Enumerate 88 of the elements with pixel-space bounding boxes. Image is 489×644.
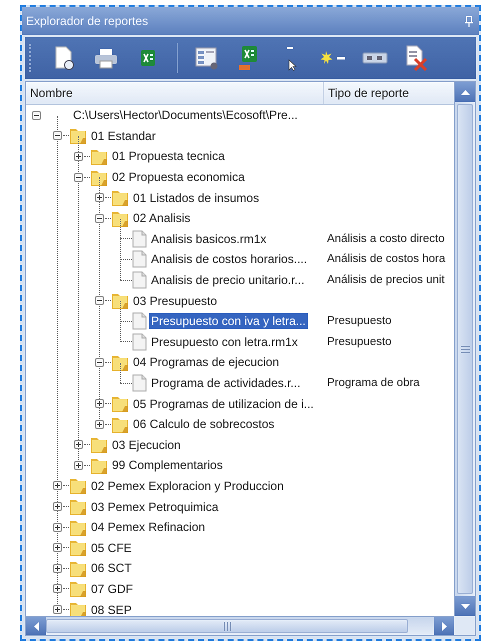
folder-icon xyxy=(69,538,87,558)
new-report-icon[interactable] xyxy=(54,46,74,70)
report-layout-icon[interactable] xyxy=(195,46,219,70)
tree-item[interactable]: Presupuesto con letra.rm1x xyxy=(149,334,300,350)
collapse-icon[interactable] xyxy=(95,214,104,223)
scroll-down-icon[interactable] xyxy=(460,604,470,608)
horizontal-scrollbar[interactable] xyxy=(26,616,454,635)
folder-icon xyxy=(90,435,108,454)
star-minus-icon[interactable] xyxy=(319,50,347,66)
expand-icon[interactable] xyxy=(53,522,62,532)
folder-icon xyxy=(69,476,87,496)
tree-item[interactable]: 07 GDF xyxy=(89,580,136,597)
tree-item[interactable]: 04 Programas de ejecucion xyxy=(131,354,282,370)
tree-item[interactable]: 06 Calculo de sobrecostos xyxy=(131,416,276,432)
report-type: Presupuesto xyxy=(327,336,392,348)
collapse-icon[interactable] xyxy=(32,110,41,120)
tree-item[interactable]: 03 Presupuesto xyxy=(131,292,220,309)
tree-item[interactable]: C:\Users\Hector\Documents\Ecosoft\Pre... xyxy=(71,107,300,124)
panel-title: Explorador de reportes xyxy=(26,14,148,28)
tree-item[interactable]: 02 Analisis xyxy=(131,210,192,226)
file-icon xyxy=(132,332,147,351)
folder-icon xyxy=(69,579,87,598)
tree-item[interactable]: 01 Propuesta tecnica xyxy=(110,148,227,164)
tree-item[interactable]: Presupuesto con iva y letra... xyxy=(149,313,308,330)
file-icon xyxy=(132,374,147,392)
expand-icon[interactable] xyxy=(74,460,83,470)
expand-icon[interactable] xyxy=(53,564,62,573)
delete-report-icon[interactable] xyxy=(406,45,428,71)
collapse-icon[interactable] xyxy=(53,131,62,140)
tree-item[interactable]: 04 Pemex Refinacion xyxy=(89,519,208,536)
tree-item[interactable]: 99 Complementarios xyxy=(110,457,225,474)
tree-item[interactable]: 02 Pemex Exploracion y Produccion xyxy=(89,478,286,494)
expand-icon[interactable] xyxy=(74,152,83,161)
expand-icon[interactable] xyxy=(53,605,62,614)
tree-item[interactable]: 06 SCT xyxy=(89,560,134,576)
scroll-left-icon[interactable] xyxy=(34,622,38,630)
folder-icon xyxy=(111,394,129,414)
tree-item[interactable]: Programa de actividades.r... xyxy=(149,375,302,392)
spreadsheet-icon[interactable] xyxy=(140,49,156,67)
file-icon xyxy=(132,250,147,268)
file-icon xyxy=(132,271,147,290)
folder-icon xyxy=(111,188,129,208)
scrollbar-corner xyxy=(454,616,475,635)
tree-item[interactable]: Analisis de costos horarios.... xyxy=(149,251,310,268)
tree-item[interactable]: 05 CFE xyxy=(89,540,134,556)
tree-item[interactable]: 01 Estandar xyxy=(89,128,158,144)
report-type: Análisis de precios unit xyxy=(327,274,445,286)
tree-item[interactable]: 01 Listados de insumos xyxy=(131,190,262,206)
field-box-icon[interactable] xyxy=(362,51,388,65)
tree-item[interactable]: 05 Programas de utilizacion de i... xyxy=(131,396,316,412)
scroll-up-icon[interactable] xyxy=(460,90,470,94)
spreadsheet-export-icon[interactable] xyxy=(238,45,260,71)
report-type: Presupuesto xyxy=(327,315,392,328)
expand-icon[interactable] xyxy=(95,420,104,429)
report-type: Programa de obra xyxy=(327,377,420,390)
tree-item[interactable]: 03 Ejecucion xyxy=(110,436,183,453)
expand-icon[interactable] xyxy=(53,584,62,594)
vertical-scrollbar[interactable] xyxy=(454,82,475,616)
report-type: Análisis a costo directo xyxy=(327,232,445,245)
pin-icon[interactable] xyxy=(465,16,473,26)
folder-icon xyxy=(69,600,87,616)
scroll-right-icon[interactable] xyxy=(442,622,446,630)
printer-icon[interactable] xyxy=(94,47,118,69)
collapse-icon[interactable] xyxy=(95,296,104,306)
file-icon xyxy=(132,230,147,248)
tree-item[interactable]: 03 Pemex Petroquimica xyxy=(89,498,220,515)
tree-item[interactable]: Analisis de precio unitario.r... xyxy=(149,272,306,288)
expand-icon[interactable] xyxy=(95,399,104,408)
collapse-icon[interactable] xyxy=(95,358,104,367)
tree-item[interactable]: Analisis basicos.rm1x xyxy=(149,230,268,247)
tree-item[interactable]: 02 Propuesta economica xyxy=(110,169,247,186)
folder-icon xyxy=(111,291,129,310)
grip-icon xyxy=(224,622,230,630)
folder-icon xyxy=(69,497,87,516)
expand-icon[interactable] xyxy=(53,481,62,490)
expand-icon[interactable] xyxy=(74,440,83,450)
grip-icon xyxy=(460,346,470,352)
file-icon xyxy=(132,312,147,330)
expand-icon[interactable] xyxy=(53,502,62,512)
collapse-icon[interactable] xyxy=(74,172,83,182)
folder-icon xyxy=(69,126,87,146)
expand-icon[interactable] xyxy=(53,543,62,552)
column-header[interactable]: Nombre xyxy=(26,82,324,104)
cursor-icon[interactable] xyxy=(285,45,297,71)
column-header[interactable]: Tipo de reporte xyxy=(324,82,409,104)
tree-item[interactable]: 08 SEP xyxy=(89,602,134,616)
expand-icon[interactable] xyxy=(95,193,104,202)
report-type: Análisis de costos hora xyxy=(327,253,446,266)
